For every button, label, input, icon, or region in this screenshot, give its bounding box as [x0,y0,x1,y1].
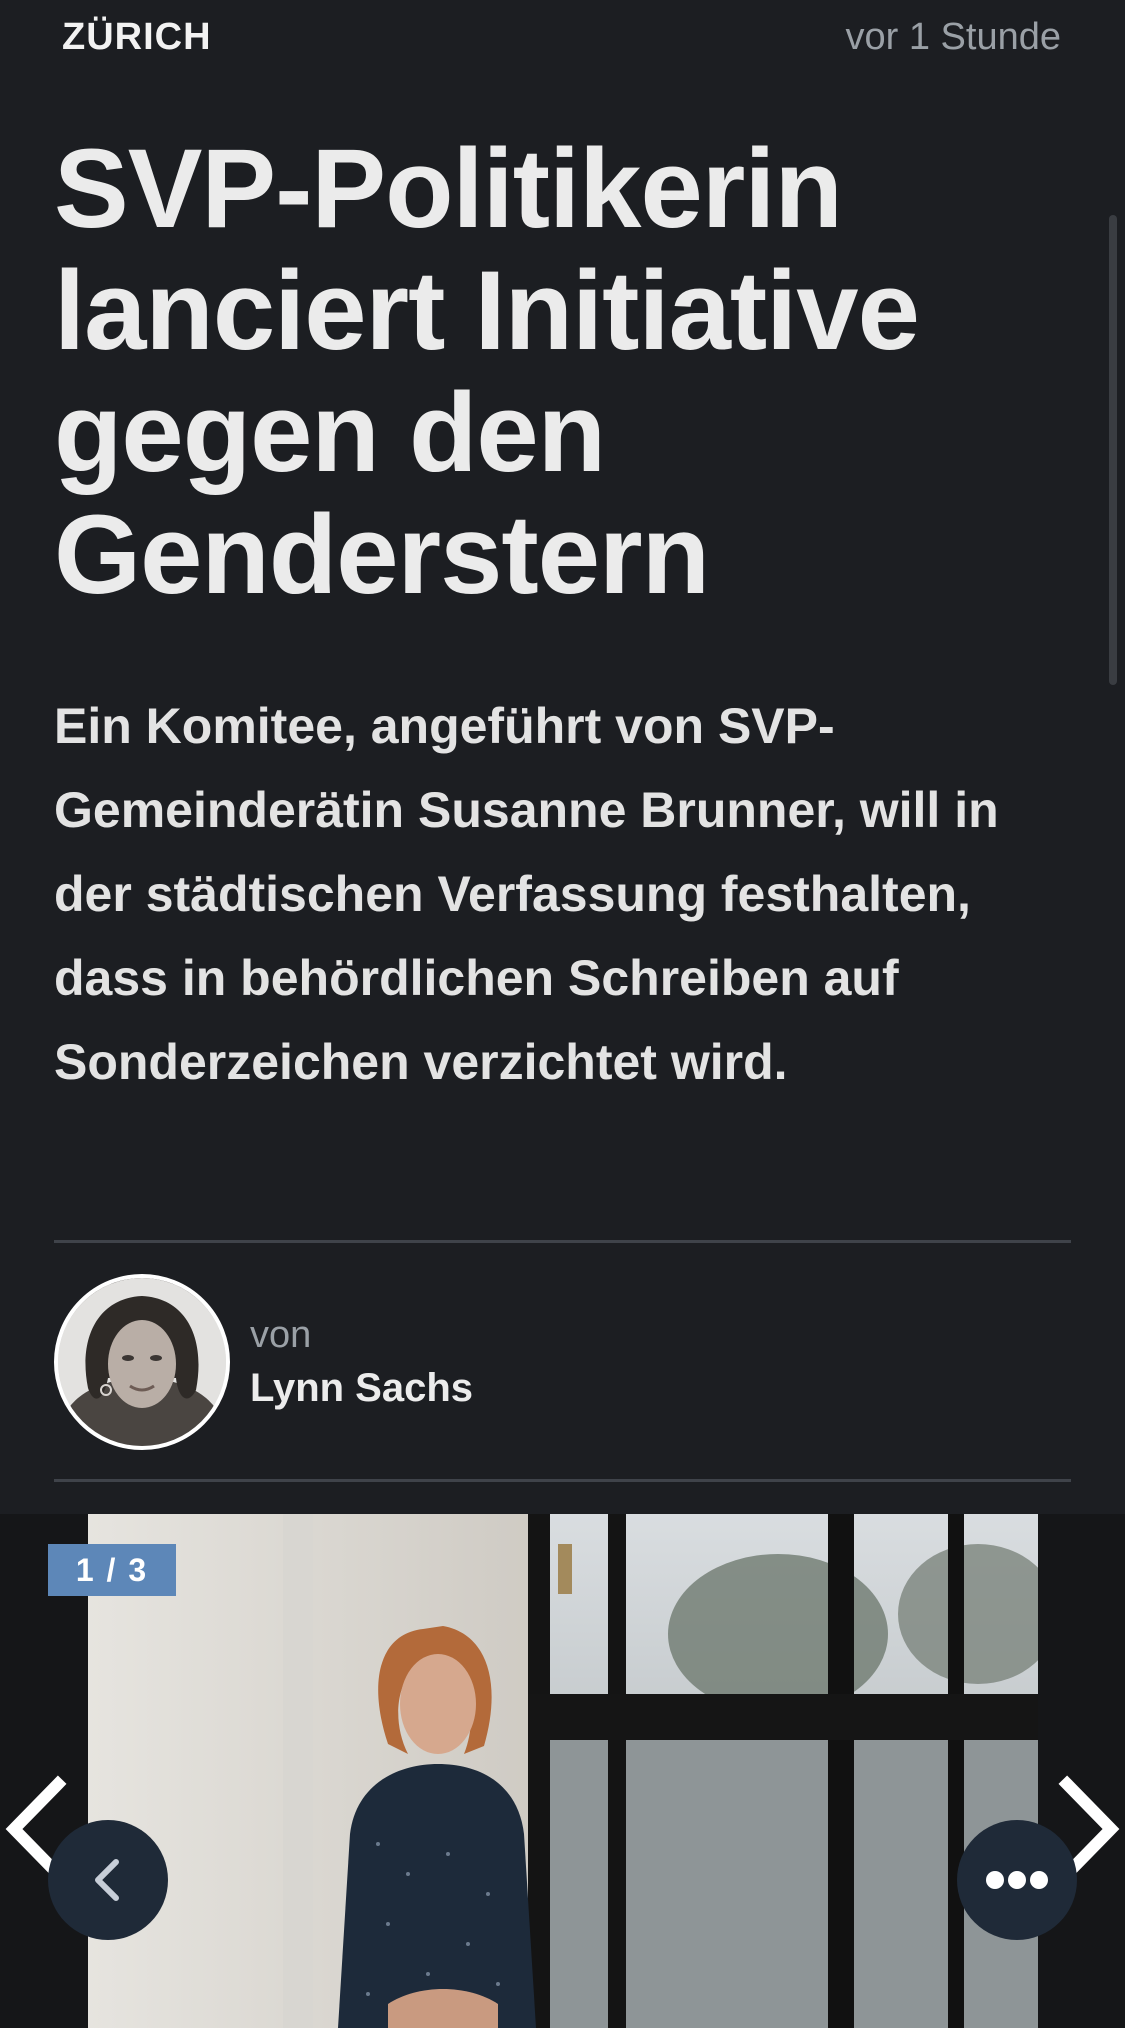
timestamp: vor 1 Stunde [845,16,1061,58]
scrollbar[interactable] [1109,215,1117,685]
more-dots-icon [986,1871,1048,1889]
more-options-button[interactable] [957,1820,1077,1940]
gallery-counter: 1 / 3 [48,1544,176,1596]
author-name[interactable]: Lynn Sachs [250,1366,473,1411]
image-gallery[interactable]: 1 / 3 [0,1514,1125,2028]
byline-prefix: von [250,1314,312,1356]
gallery-photo[interactable] [88,1514,1038,2028]
top-bar: ZÜRICH vor 1 Stunde [0,0,1125,80]
divider [54,1479,1071,1482]
back-arrow-icon [95,1859,119,1901]
article-headline: SVP-Politikerin lanciert Initiative gege… [54,126,920,617]
back-button[interactable] [48,1820,168,1940]
divider [54,1240,1071,1243]
avatar[interactable] [54,1274,230,1450]
section-label[interactable]: ZÜRICH [62,16,212,59]
author-block[interactable]: von Lynn Sachs [54,1274,1071,1450]
article-lead: Ein Komitee, angeführt von SVP-Gemeinder… [54,698,999,1090]
